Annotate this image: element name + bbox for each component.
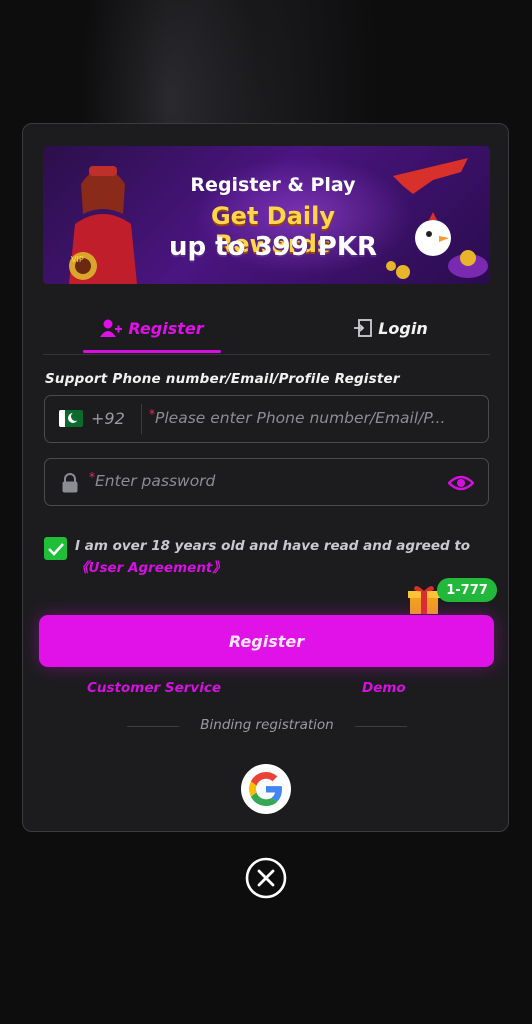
banner-plane-chicken-art [386, 158, 488, 279]
active-tab-indicator [83, 350, 221, 353]
required-mark: * [89, 472, 95, 484]
banner-line-3: up to 399 PKR [168, 232, 378, 262]
tab-register[interactable]: Register [79, 302, 225, 354]
divider-line-left [127, 726, 179, 727]
country-code[interactable]: +92 [91, 409, 125, 428]
register-modal: VIP Register & Play Get Daily Rewards up… [22, 123, 509, 832]
password-placeholder: Enter password [95, 472, 216, 490]
svg-text:VIP: VIP [71, 255, 84, 264]
tab-login-label: Login [378, 318, 428, 338]
gift-icon [408, 585, 440, 614]
flag-crescent-cut [71, 412, 80, 421]
promo-banner[interactable]: VIP Register & Play Get Daily Rewards up… [43, 146, 490, 284]
user-agreement-link[interactable]: 《User Agreement》 [75, 560, 226, 576]
google-signin-button[interactable] [241, 764, 291, 814]
divider-line-right [355, 726, 407, 727]
door-login-icon [354, 319, 373, 337]
password-field[interactable]: *Enter password [44, 458, 489, 506]
eye-icon[interactable] [448, 473, 474, 493]
agree-checkbox[interactable] [44, 537, 67, 560]
register-button[interactable]: Register [39, 615, 494, 667]
auth-tabs: Register Login [43, 302, 490, 355]
customer-service-link[interactable]: Customer Service [87, 680, 221, 696]
phone-placeholder: Please enter Phone number/Email/P... [155, 409, 446, 427]
lock-icon [62, 473, 78, 493]
google-icon [249, 772, 282, 806]
flag-white-band [59, 410, 65, 427]
close-icon[interactable] [245, 857, 287, 899]
user-plus-icon [100, 319, 123, 337]
field-divider [141, 404, 142, 434]
agreement-text: I am over 18 years old and have read and… [75, 535, 485, 579]
pakistan-flag-icon[interactable] [59, 410, 83, 427]
required-mark: * [149, 409, 155, 421]
agreement-statement: I am over 18 years old and have read and… [75, 538, 471, 554]
phone-email-input[interactable]: *Please enter Phone number/Email/P... [149, 409, 471, 427]
banner-character-art: VIP [69, 166, 137, 284]
promo-badge: 1-777 [437, 578, 497, 602]
binding-registration-label: Binding registration [200, 717, 334, 733]
password-input[interactable]: *Enter password [89, 472, 389, 490]
banner-line-1: Register & Play [190, 174, 356, 196]
check-icon [47, 542, 64, 556]
binding-registration-divider: Binding registration [123, 716, 410, 736]
support-register-label: Support Phone number/Email/Profile Regis… [45, 371, 400, 387]
phone-email-field[interactable]: +92 *Please enter Phone number/Email/P..… [44, 395, 489, 443]
demo-link[interactable]: Demo [362, 680, 406, 696]
tab-register-label: Register [128, 318, 204, 338]
tab-login[interactable]: Login [321, 302, 461, 354]
